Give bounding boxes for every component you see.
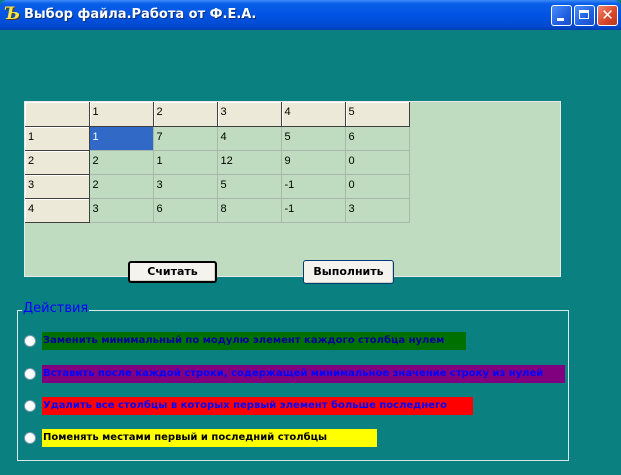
grid-cell[interactable]: 12	[217, 150, 282, 175]
grid-cell[interactable]: 3	[153, 174, 218, 199]
radio-button[interactable]	[24, 368, 36, 380]
grid-row: 3 2 3 5 -1 0	[25, 174, 410, 199]
radio-button[interactable]	[24, 335, 36, 347]
grid-col-header: 1	[89, 102, 154, 127]
matrix-grid[interactable]: 1 2 3 4 5 1 1 7 4 5 6 2 2 1 12 9 0 3 2 3…	[24, 101, 561, 277]
actions-group-title: Действия	[22, 301, 90, 317]
grid-cell[interactable]: 7	[153, 126, 218, 151]
grid-cell[interactable]: 3	[89, 198, 154, 223]
grid-col-header: 4	[281, 102, 346, 127]
grid-cell[interactable]: 3	[345, 198, 410, 223]
grid-cell[interactable]: 8	[217, 198, 282, 223]
grid-col-header: 2	[153, 102, 218, 127]
grid-row-header: 3	[25, 174, 90, 199]
grid-cell[interactable]: -1	[281, 174, 346, 199]
action-option-label[interactable]: Заменить минимальный по модулю элемент к…	[42, 332, 466, 350]
radio-button[interactable]	[24, 432, 36, 444]
maximize-icon	[579, 10, 589, 19]
close-icon: ✕	[601, 6, 614, 24]
run-button[interactable]: Выполнить	[303, 260, 394, 284]
grid-row-header: 4	[25, 198, 90, 223]
grid-cell[interactable]: 6	[345, 126, 410, 151]
grid-cell[interactable]: 0	[345, 150, 410, 175]
grid-cell[interactable]: -1	[281, 198, 346, 223]
app-icon[interactable]: Ъ	[4, 5, 22, 23]
grid-row-header: 1	[25, 126, 90, 151]
action-option-insert-zero-row[interactable]: Вставить после каждой строки, содержащей…	[24, 365, 565, 383]
action-option-delete-columns[interactable]: Удалить все столбцы в которых первый эле…	[24, 397, 473, 415]
grid-header-row: 1 2 3 4 5	[25, 102, 410, 127]
grid-cell[interactable]: 2	[89, 174, 154, 199]
grid-row-header: 2	[25, 150, 90, 175]
action-option-label[interactable]: Вставить после каждой строки, содержащей…	[42, 365, 565, 383]
minimize-icon	[557, 18, 564, 21]
grid-cell[interactable]: 5	[281, 126, 346, 151]
action-option-replace-min[interactable]: Заменить минимальный по модулю элемент к…	[24, 332, 466, 350]
grid-row: 4 3 6 8 -1 3	[25, 198, 410, 223]
grid-cell-selected[interactable]: 1	[89, 126, 154, 151]
matrix-table: 1 2 3 4 5 1 1 7 4 5 6 2 2 1 12 9 0 3 2 3…	[25, 102, 410, 223]
action-option-swap-columns[interactable]: Поменять местами первый и последний стол…	[24, 429, 377, 447]
grid-cell[interactable]: 5	[217, 174, 282, 199]
minimize-button[interactable]	[551, 5, 572, 26]
close-button[interactable]: ✕	[597, 5, 618, 26]
grid-cell[interactable]: 4	[217, 126, 282, 151]
grid-cell[interactable]: 6	[153, 198, 218, 223]
grid-cell[interactable]: 0	[345, 174, 410, 199]
grid-cell[interactable]: 2	[89, 150, 154, 175]
action-option-label[interactable]: Поменять местами первый и последний стол…	[42, 429, 377, 447]
grid-row: 1 1 7 4 5 6	[25, 126, 410, 151]
maximize-button[interactable]	[574, 5, 595, 26]
grid-row: 2 2 1 12 9 0	[25, 150, 410, 175]
action-option-label[interactable]: Удалить все столбцы в которых первый эле…	[42, 397, 473, 415]
window-title: Выбор файла.Работа от Ф.Е.А.	[24, 7, 257, 22]
radio-button[interactable]	[24, 400, 36, 412]
main-window: Ъ Выбор файла.Работа от Ф.Е.А. ✕ 1 2 3 4…	[0, 0, 621, 475]
grid-col-header: 3	[217, 102, 282, 127]
title-bar[interactable]: Ъ Выбор файла.Работа от Ф.Е.А. ✕	[0, 0, 621, 30]
grid-cell[interactable]: 9	[281, 150, 346, 175]
grid-cell[interactable]: 1	[153, 150, 218, 175]
grid-corner-cell	[25, 102, 90, 127]
read-button[interactable]: Считать	[128, 261, 217, 283]
grid-col-header: 5	[345, 102, 410, 127]
